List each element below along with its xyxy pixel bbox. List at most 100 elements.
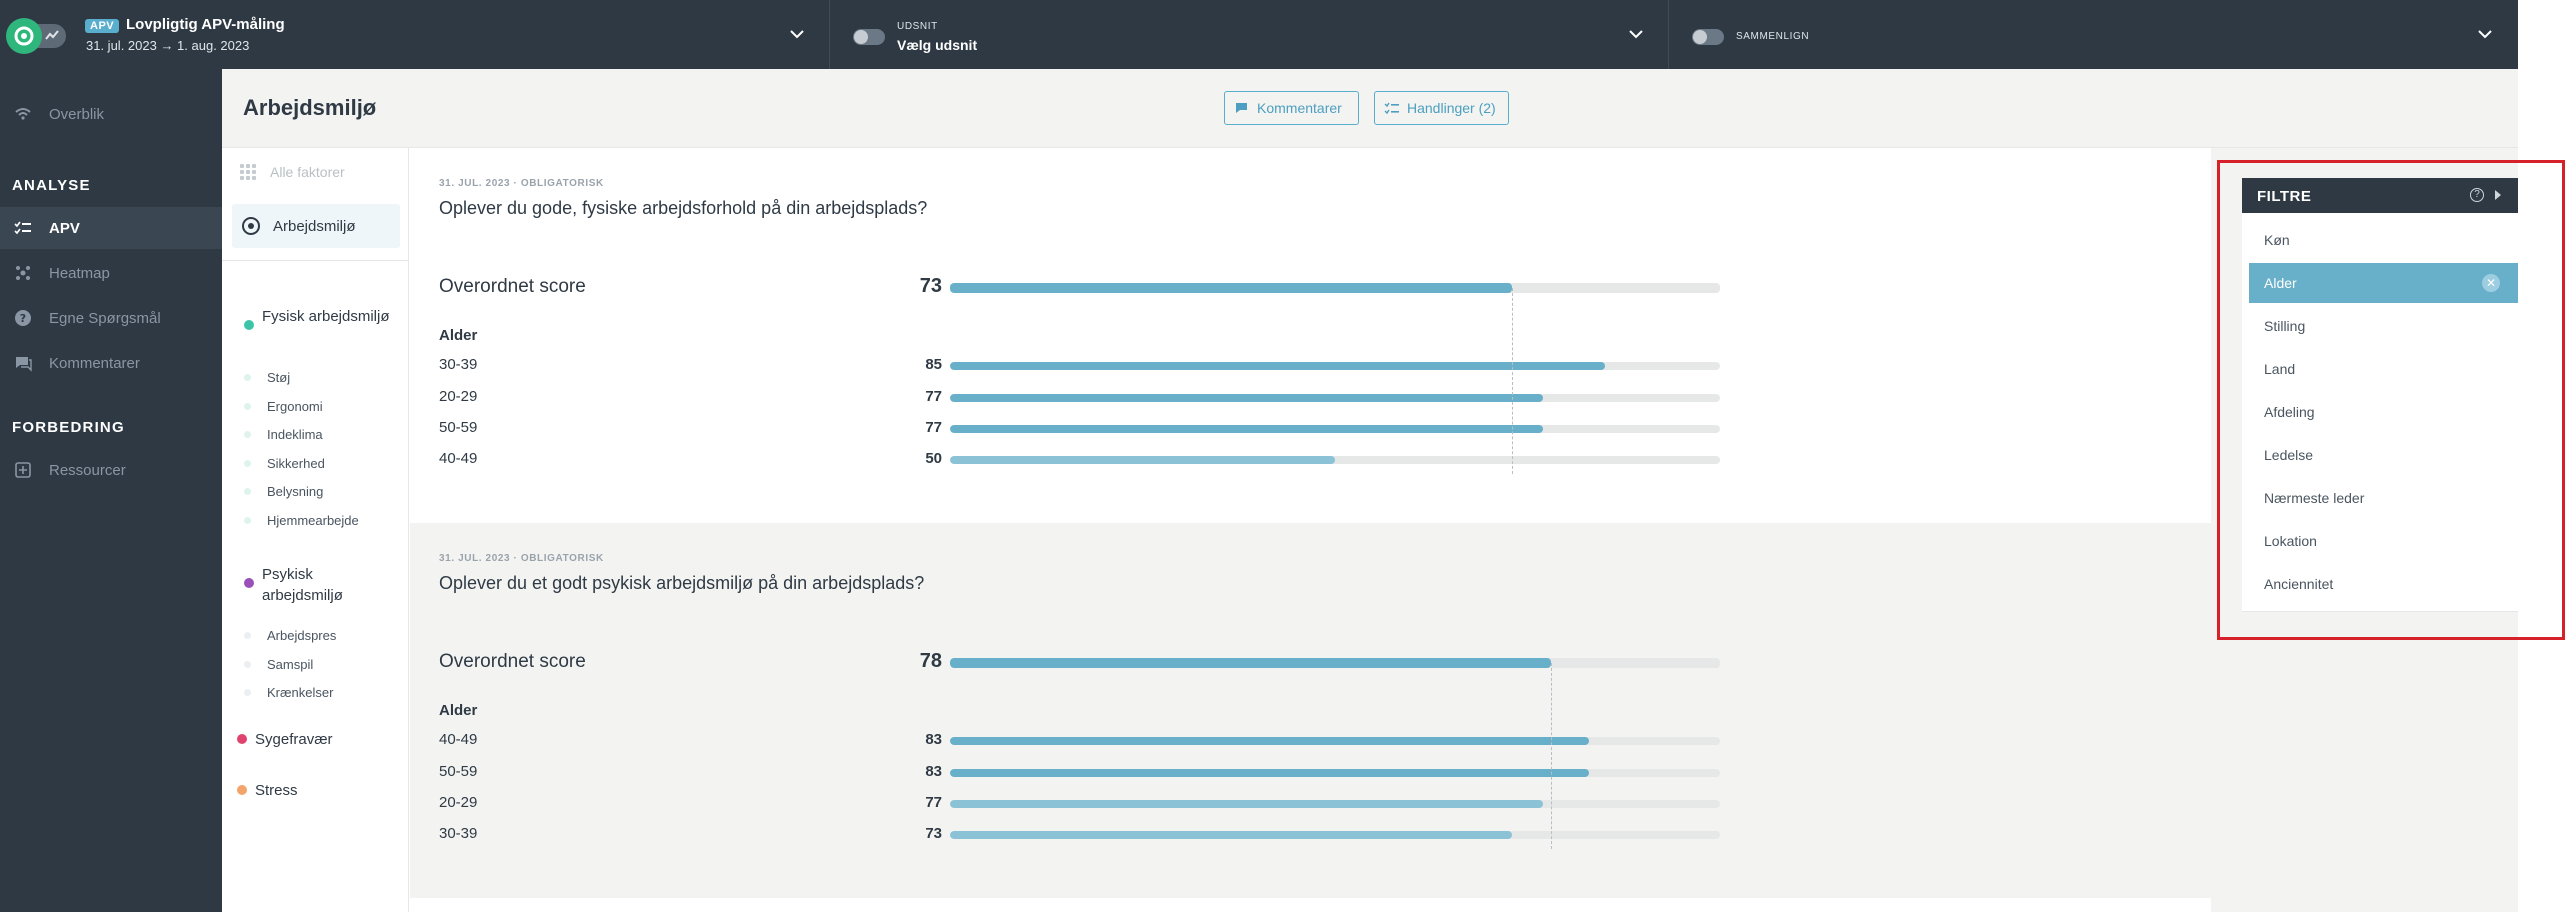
nav-item-heatmap[interactable]: Heatmap (0, 252, 222, 294)
overall-score-bar (950, 283, 1720, 293)
page-title: Arbejdsmiljø (243, 95, 377, 120)
divider (222, 260, 409, 261)
segment-selector[interactable]: UDSNIT Vælg udsnit (830, 0, 1669, 69)
overall-score-label: Overordnet score (439, 276, 586, 297)
group-heading: Alder (439, 327, 478, 344)
svg-text:?: ? (20, 312, 26, 325)
row-value: 50 (925, 450, 942, 467)
compare-label: SAMMENLIGN (1736, 31, 1810, 42)
nav-item-overview[interactable]: Overblik (0, 93, 222, 135)
chevron-down-icon[interactable] (2475, 24, 2495, 44)
overall-score-bar (950, 658, 1720, 668)
question-meta: 31. JUL. 2023 · OBLIGATORISK (439, 178, 604, 189)
comments-button[interactable]: Kommentarer (1224, 91, 1359, 125)
factor-selected-label: Arbejdsmiljø (273, 218, 356, 235)
actions-button[interactable]: Handlinger (2) (1374, 91, 1509, 125)
comment-icon (14, 354, 32, 372)
row-label: 40-49 (439, 731, 478, 748)
row-value: 77 (925, 419, 942, 436)
row-label: 40-49 (439, 450, 478, 467)
row-bar (950, 800, 1720, 808)
row-bar (950, 425, 1720, 433)
nav-label: Kommentarer (49, 354, 140, 372)
nav-item-comments[interactable]: Kommentarer (0, 342, 222, 384)
nav-section-analysis: ANALYSE (12, 177, 91, 194)
row-label: 30-39 (439, 825, 478, 842)
color-dot (237, 734, 247, 744)
segment-value: Vælg udsnit (897, 37, 978, 53)
nav-label: APV (49, 219, 80, 237)
row-label: 30-39 (439, 356, 478, 373)
factor-item[interactable]: Hjemmearbejde (244, 510, 359, 530)
overall-score-label: Overordnet score (439, 651, 586, 672)
factor-item[interactable]: Krænkelser (244, 682, 333, 702)
row-bar (950, 394, 1720, 402)
factor-item[interactable]: Indeklima (244, 424, 323, 444)
app-logo-icon (2, 18, 66, 54)
row-bar (950, 737, 1720, 745)
factor-stress[interactable]: Stress (237, 780, 298, 800)
nav-item-own-questions[interactable]: ? Egne Spørgsmål (0, 297, 222, 339)
survey-selector[interactable]: APV Lovpligtig APV-måling 31. jul. 2023 … (0, 0, 830, 69)
factor-item[interactable]: Ergonomi (244, 396, 323, 416)
compare-selector[interactable]: SAMMENLIGN (1669, 0, 2518, 69)
row-bar (950, 831, 1720, 839)
factor-item[interactable]: Arbejdspres (244, 625, 336, 645)
factor-item[interactable]: Belysning (244, 481, 323, 501)
row-bar (950, 362, 1720, 370)
factor-item[interactable]: Sikkerhed (244, 453, 325, 473)
all-factors-link[interactable]: Alle faktorer (240, 160, 345, 184)
all-factors-label: Alle faktorer (270, 164, 345, 180)
nav-label: Egne Spørgsmål (49, 309, 161, 327)
question-title: Oplever du gode, fysiske arbejdsforhold … (439, 198, 928, 218)
factor-selected[interactable]: Arbejdsmiljø (232, 204, 400, 248)
nav-section-improvement: FORBEDRING (12, 419, 125, 436)
page-header: Arbejdsmiljø Kommentarer Handlinger (2) (222, 69, 2518, 148)
factor-sick-leave[interactable]: Sygefravær (237, 729, 333, 749)
factor-sidebar: Alle faktorer Arbejdsmiljø Fysisk arbejd… (222, 148, 409, 912)
question-card: 31. JUL. 2023 · OBLIGATORISK Oplever du … (410, 148, 2211, 523)
color-dot (244, 578, 254, 588)
segment-label: UDSNIT (897, 21, 938, 32)
factor-item[interactable]: Støj (244, 367, 290, 387)
question-title: Oplever du et godt psykisk arbejdsmiljø … (439, 573, 925, 593)
row-value: 73 (925, 825, 942, 842)
question-list: 31. JUL. 2023 · OBLIGATORISK Oplever du … (410, 148, 2211, 912)
question-card: 31. JUL. 2023 · OBLIGATORISK Oplever du … (410, 523, 2211, 898)
comments-button-label: Kommentarer (1257, 100, 1342, 116)
wifi-icon (14, 105, 32, 123)
overall-marker-line (1512, 288, 1514, 474)
row-value: 85 (925, 356, 942, 373)
segment-toggle[interactable] (853, 29, 885, 45)
row-value: 83 (925, 763, 942, 780)
highlight-box (2217, 160, 2565, 640)
apv-badge: APV (85, 19, 120, 33)
checklist-icon (1384, 100, 1400, 116)
top-bar: APV Lovpligtig APV-måling 31. jul. 2023 … (0, 0, 2518, 69)
nav-label: Heatmap (49, 264, 110, 282)
color-dot (237, 785, 247, 795)
comment-icon (1234, 100, 1250, 116)
row-bar (950, 769, 1720, 777)
factor-group-label: Psykisk arbejdsmiljø (262, 566, 343, 604)
overall-score-value: 73 (919, 275, 942, 297)
grid-icon (240, 164, 256, 180)
nav-item-apv[interactable]: APV (0, 207, 222, 249)
compare-toggle[interactable] (1692, 29, 1724, 45)
chevron-down-icon[interactable] (1626, 24, 1646, 44)
question-icon: ? (14, 309, 32, 327)
row-label: 50-59 (439, 419, 478, 436)
row-value: 77 (925, 388, 942, 405)
nav-item-resources[interactable]: Ressourcer (0, 449, 222, 491)
chevron-down-icon[interactable] (787, 24, 807, 44)
factor-item[interactable]: Samspil (244, 654, 313, 674)
actions-button-label: Handlinger (2) (1407, 100, 1496, 116)
overall-score-value: 78 (919, 650, 942, 672)
row-label: 20-29 (439, 388, 478, 405)
heatmap-icon (14, 264, 32, 282)
row-bar (950, 456, 1720, 464)
nav-label: Overblik (49, 105, 105, 123)
row-label: 50-59 (439, 763, 478, 780)
survey-dates: 31. jul. 2023 → 1. aug. 2023 (86, 38, 250, 53)
question-meta: 31. JUL. 2023 · OBLIGATORISK (439, 553, 604, 564)
